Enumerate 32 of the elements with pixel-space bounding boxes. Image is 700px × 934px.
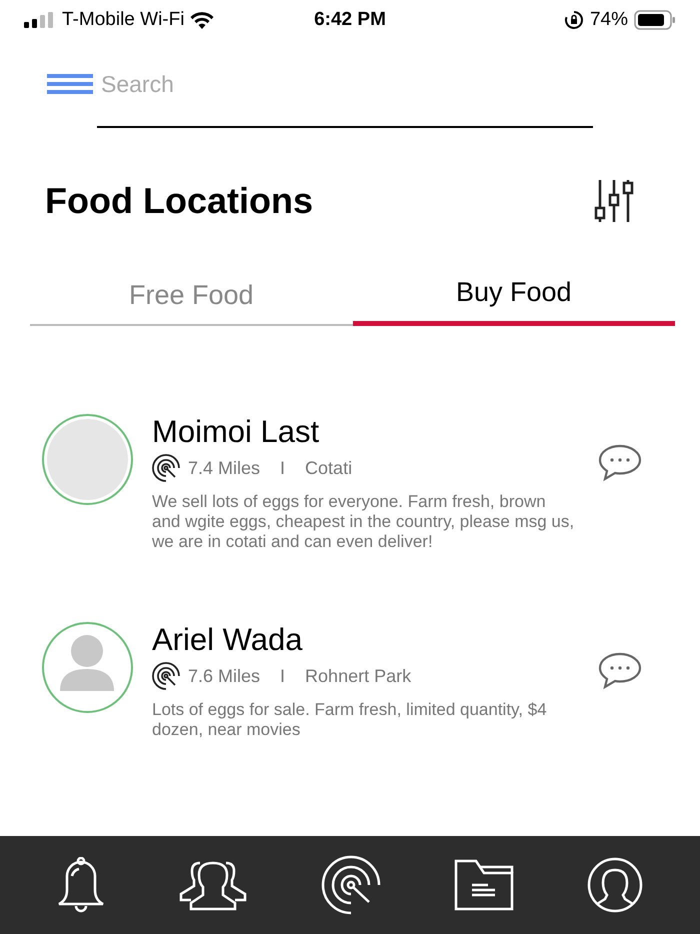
rotation-lock-icon bbox=[564, 10, 584, 30]
carrier-name: T-Mobile Wi-Fi bbox=[62, 8, 184, 32]
radar-icon bbox=[152, 662, 180, 690]
distance: 7.4 Miles bbox=[188, 456, 260, 480]
tab[interactable]: Buy Food bbox=[352, 272, 675, 326]
radar-icon[interactable] bbox=[320, 855, 381, 915]
filter-sliders-icon[interactable] bbox=[594, 178, 636, 224]
battery-percent: 74% bbox=[590, 8, 628, 32]
group-icon[interactable] bbox=[178, 859, 248, 911]
folder-icon[interactable] bbox=[454, 859, 514, 911]
description: We sell lots of eggs for everyone. Farm fresh, brown and wgite eggs, cheapest in the country, please msg us, we are in cotati and can even deliver! bbox=[152, 492, 576, 552]
separator: I bbox=[279, 456, 286, 480]
battery-icon bbox=[634, 10, 676, 30]
seller-name: Ariel Wada bbox=[152, 622, 304, 658]
chat-bubble-icon[interactable] bbox=[598, 444, 642, 482]
seller-name: Moimoi Last bbox=[152, 414, 320, 450]
city: Rohnert Park bbox=[305, 664, 412, 688]
separator: I bbox=[279, 664, 286, 688]
city: Cotati bbox=[305, 456, 352, 480]
bell-icon[interactable] bbox=[56, 857, 105, 913]
search-field[interactable]: Search bbox=[101, 66, 581, 102]
menu-icon[interactable] bbox=[47, 74, 93, 94]
wifi-icon bbox=[190, 11, 214, 29]
distance: 7.6 Miles bbox=[188, 664, 260, 688]
profile-icon[interactable] bbox=[587, 857, 644, 913]
tab[interactable]: Free Food bbox=[30, 272, 352, 326]
signal-icon bbox=[24, 12, 56, 28]
radar-icon bbox=[152, 454, 180, 482]
clock-time: 6:42 PM bbox=[314, 8, 386, 30]
page-title: Food Locations bbox=[45, 179, 313, 223]
description: Lots of eggs for sale. Farm fresh, limited quantity, $4 dozen, near movies bbox=[152, 700, 548, 740]
chat-bubble-icon[interactable] bbox=[598, 652, 642, 690]
